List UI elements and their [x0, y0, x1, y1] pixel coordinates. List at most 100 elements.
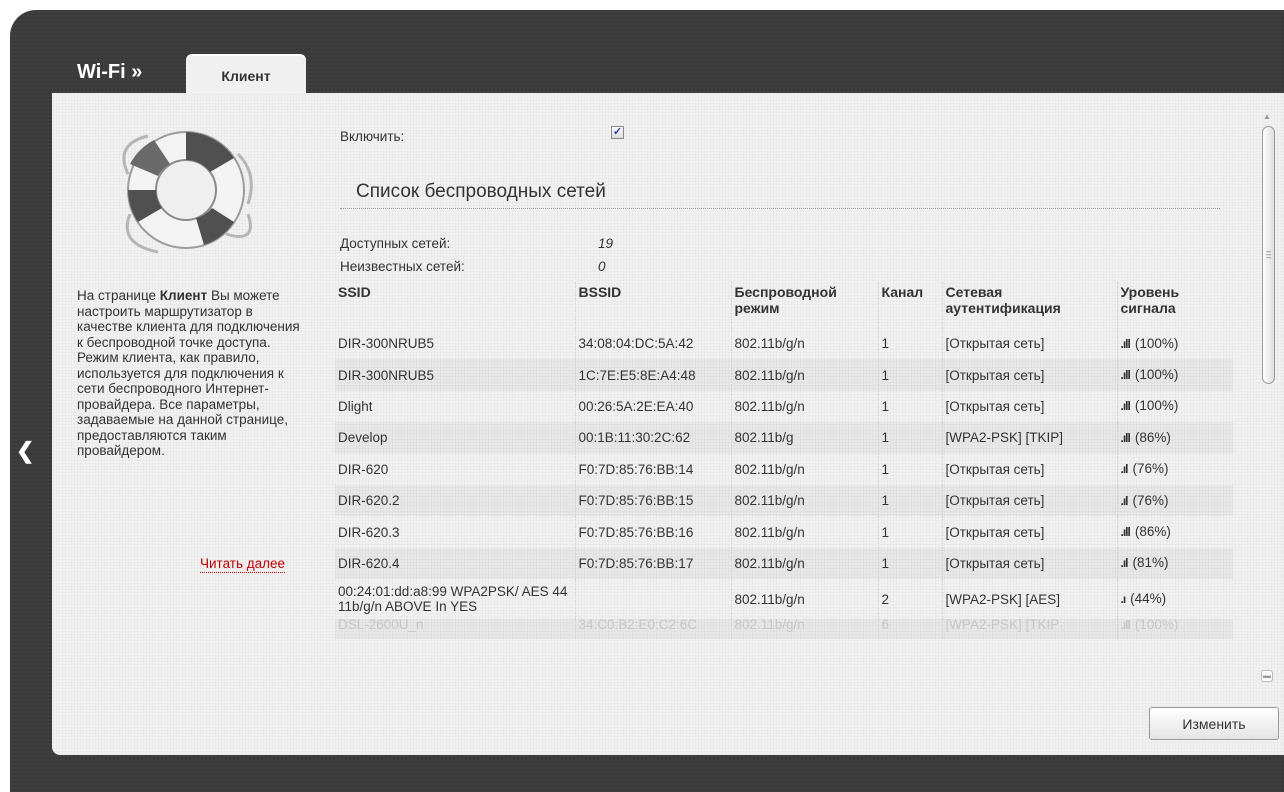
- cell-signal: .ıl (76%): [1117, 454, 1233, 485]
- signal-bars-icon: .ıll: [1120, 618, 1131, 633]
- cell-auth: [WPA2-PSK] [TKIP]: [942, 422, 1118, 454]
- signal-bars-icon: .ıll: [1120, 430, 1131, 445]
- cell-signal: .ı (44%): [1117, 579, 1233, 619]
- cell-ssid: DIR-620.3: [335, 516, 576, 548]
- cell-auth: [Открытая сеть]: [942, 328, 1118, 360]
- table-row[interactable]: Dlight 00:26:5A:2E:EA:40 802.11b/g/n 1 [Откр…: [335, 390, 1233, 423]
- signal-bars-icon: .ıll: [1120, 368, 1131, 383]
- cell-ssid: DIR-620.2: [335, 484, 576, 517]
- header-mode[interactable]: Беспроводной режим: [731, 282, 879, 328]
- table-header-row: SSID BSSID Беспроводной режим Канал Сете…: [335, 282, 1233, 328]
- section-divider: [340, 208, 1220, 209]
- cell-signal: .ıll (100%): [1117, 359, 1233, 390]
- cell-mode: 802.11b/g/n: [731, 390, 879, 423]
- cell-bssid: F0:7D:85:76:BB:17: [575, 547, 732, 580]
- scroll-up-icon[interactable]: ▲: [1261, 112, 1273, 124]
- cell-bssid: 34:C0:B2:E0:C2:6C: [575, 618, 732, 640]
- table-row[interactable]: DIR-620.2 F0:7D:85:76:BB:15 802.11b/g/n 1 [О…: [335, 484, 1233, 517]
- cell-bssid: 00:1B:11:30:2C:62: [575, 422, 732, 454]
- unknown-networks-label: Неизвестных сетей:: [340, 259, 465, 274]
- cell-ssid: DIR-620.4: [335, 547, 576, 580]
- cell-bssid: 00:26:5A:2E:EA:40: [575, 390, 732, 423]
- table-row[interactable]: DIR-620.4 F0:7D:85:76:BB:17 802.11b/g/n 1 [О…: [335, 547, 1233, 580]
- cell-bssid: 1C:7E:E5:8E:A4:48: [575, 359, 732, 391]
- cell-mode: 802.11b/g: [731, 422, 879, 454]
- cell-bssid: [575, 579, 732, 620]
- section-title: Список беспроводных сетей: [356, 181, 606, 202]
- signal-percent: (76%): [1132, 492, 1169, 508]
- cell-signal: .ıl (81%): [1117, 548, 1233, 579]
- cell-mode: 802.11b/g/n: [731, 484, 879, 517]
- help-text-bold: Клиент: [159, 288, 208, 303]
- table-row[interactable]: Develop 00:1B:11:30:2C:62 802.11b/g 1 [WPA2-…: [335, 422, 1233, 454]
- cell-bssid: F0:7D:85:76:BB:15: [575, 484, 732, 517]
- cell-channel: 1: [878, 547, 943, 580]
- help-text: На странице Клиент Вы можете настроить м…: [77, 288, 300, 458]
- signal-bars-icon: .ıl: [1120, 493, 1129, 508]
- signal-percent: (100%): [1134, 617, 1179, 633]
- signal-percent: (86%): [1134, 524, 1171, 540]
- table-row[interactable]: DIR-620.3 F0:7D:85:76:BB:16 802.11b/g/n 1 [О…: [335, 516, 1233, 548]
- header-channel[interactable]: Канал: [878, 282, 943, 328]
- breadcrumb-section[interactable]: Wi-Fi »: [77, 61, 142, 84]
- scroll-down-icon[interactable]: ▬: [1261, 670, 1273, 682]
- signal-percent: (100%): [1134, 398, 1179, 414]
- cell-bssid: F0:7D:85:76:BB:14: [575, 453, 732, 485]
- change-button[interactable]: Изменить: [1149, 707, 1279, 740]
- table-row[interactable]: DIR-300NRUB5 34:08:04:DC:5A:42 802.11b/g/n…: [335, 328, 1233, 360]
- cell-mode: 802.11b/g/n: [731, 453, 879, 485]
- table-row[interactable]: DSL-2600U_n 34:C0:B2:E0:C2:6C 802.11b/g/n 6…: [335, 617, 1233, 640]
- signal-bars-icon: .ıl: [1120, 556, 1129, 571]
- tab-client[interactable]: Клиент: [186, 54, 306, 96]
- cell-ssid: DSL-2600U_n: [335, 618, 576, 640]
- signal-percent: (44%): [1130, 591, 1167, 607]
- cell-channel: 1: [878, 422, 943, 454]
- cell-mode: 802.11b/g/n: [731, 579, 879, 620]
- cell-auth: [Открытая сеть]: [942, 390, 1118, 423]
- read-more-link[interactable]: Читать далее: [200, 556, 286, 573]
- signal-percent: (81%): [1132, 555, 1169, 571]
- cell-auth: [Открытая сеть]: [942, 453, 1118, 485]
- cell-bssid: F0:7D:85:76:BB:16: [575, 516, 732, 548]
- signal-percent: (100%): [1134, 335, 1179, 351]
- cell-auth: [Открытая сеть]: [942, 547, 1118, 580]
- table-row[interactable]: DIR-620 F0:7D:85:76:BB:14 802.11b/g/n 1 [Отк…: [335, 453, 1233, 485]
- cell-ssid: 00:24:01:dd:a8:99 WPA2PSK/ AES 44 11b/g/…: [335, 579, 576, 620]
- header-signal[interactable]: Уровень сигнала: [1117, 282, 1233, 328]
- signal-bars-icon: .ıl: [1120, 462, 1129, 477]
- cell-auth: [WPA2-PSK] [AES]: [942, 579, 1118, 620]
- cell-mode: 802.11b/g/n: [731, 516, 879, 548]
- cell-ssid: DIR-300NRUB5: [335, 359, 576, 391]
- cell-channel: 1: [878, 484, 943, 517]
- lifebuoy-icon: [122, 131, 253, 254]
- signal-percent: (86%): [1134, 429, 1171, 445]
- cell-mode: 802.11b/g/n: [731, 328, 879, 360]
- cell-bssid: 34:08:04:DC:5A:42: [575, 328, 732, 360]
- enable-label: Включить:: [340, 129, 405, 144]
- cell-mode: 802.11b/g/n: [731, 547, 879, 580]
- enable-checkbox[interactable]: ✓: [611, 126, 624, 139]
- cell-channel: 1: [878, 453, 943, 485]
- signal-percent: (76%): [1132, 461, 1169, 477]
- header-auth[interactable]: Сетевая аутентификация: [942, 282, 1118, 328]
- cell-channel: 1: [878, 390, 943, 423]
- cell-signal: .ıl (76%): [1117, 485, 1233, 516]
- table-row[interactable]: 00:24:01:dd:a8:99 WPA2PSK/ AES 44 11b/g/…: [335, 579, 1233, 620]
- cell-signal: .ıll (86%): [1117, 516, 1233, 547]
- unknown-networks-value: 0: [598, 259, 606, 274]
- header-bssid[interactable]: BSSID: [575, 282, 732, 328]
- scroll-thumb[interactable]: – – –: [1262, 126, 1275, 384]
- cell-channel: 1: [878, 328, 943, 360]
- cell-mode: 802.11b/g/n: [731, 618, 879, 640]
- cell-ssid: DIR-620: [335, 453, 576, 485]
- cell-auth: [WPA2-PSK] [TKIP: [942, 618, 1118, 640]
- header-ssid[interactable]: SSID: [335, 282, 576, 328]
- signal-bars-icon: .ıll: [1120, 525, 1131, 540]
- cell-channel: 1: [878, 359, 943, 391]
- back-arrow-icon[interactable]: ❮: [16, 438, 34, 464]
- cell-signal: .ıll (100%): [1117, 328, 1233, 359]
- table-row[interactable]: DIR-300NRUB5 1C:7E:E5:8E:A4:48 802.11b/g/n…: [335, 359, 1233, 391]
- cell-channel: 6: [878, 618, 943, 640]
- vertical-scrollbar[interactable]: ▲ – – – ▬: [1256, 112, 1278, 692]
- cell-channel: 1: [878, 516, 943, 548]
